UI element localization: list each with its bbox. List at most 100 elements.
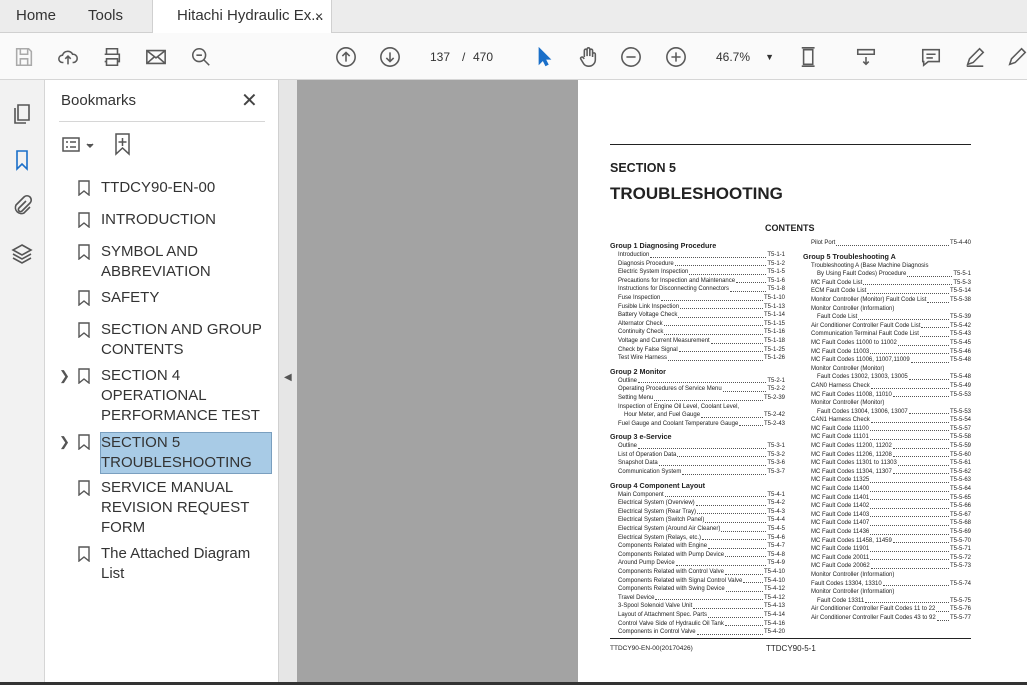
collapse-arrow-icon[interactable]: ◀ <box>284 372 292 383</box>
hand-tool-icon[interactable] <box>576 45 600 69</box>
print-icon[interactable] <box>100 45 124 69</box>
toc-entry[interactable]: Components Related with Signal Control V… <box>610 577 785 586</box>
panel-splitter[interactable]: ◀ <box>278 80 297 685</box>
toc-entry[interactable]: Electrical System (Switch Panel) T5-4-4 <box>610 516 785 525</box>
toc-entry[interactable]: Check by False Signal T5-1-25 <box>610 346 785 355</box>
toc-entry[interactable]: Communication Terminal Fault Code List T5… <box>803 330 971 339</box>
toc-entry[interactable]: Voltage and Current Measurement T5-1-18 <box>610 337 785 346</box>
toc-entry[interactable]: Monitor Controller (Monitor) <box>803 399 971 408</box>
toc-entry[interactable]: MC Fault Code 20062 T5-5-73 <box>803 562 971 571</box>
toc-entry[interactable]: Components Related with Engine T5-4-7 <box>610 542 785 551</box>
select-cursor-icon[interactable] <box>532 45 556 69</box>
toc-entry[interactable]: Outline T5-3-1 <box>610 442 785 451</box>
toc-entry[interactable]: By Using Fault Codes) Procedure T5-5-1 <box>803 270 971 279</box>
toc-entry[interactable]: Fault Code 13311 T5-5-75 <box>803 597 971 606</box>
expand-chevron-icon[interactable]: ❯ <box>59 366 70 386</box>
toc-entry[interactable]: Fusible Link Inspection T5-1-13 <box>610 303 785 312</box>
toc-entry[interactable]: MC Fault Code 11003 T5-5-46 <box>803 348 971 357</box>
toc-entry[interactable]: Monitor Controller (Monitor) Fault Code … <box>803 296 971 305</box>
toc-entry[interactable]: Fault Codes 13004, 13006, 13007 T5-5-53 <box>803 408 971 417</box>
toc-entry[interactable]: Communication System T5-3-7 <box>610 468 785 477</box>
toc-entry[interactable]: MC Fault Code 11400 T5-5-64 <box>803 485 971 494</box>
zoom-dropdown[interactable]: 46.7% ▼ <box>708 45 780 69</box>
toc-entry[interactable]: MC Fault Codes 11206, 11208 T5-5-60 <box>803 451 971 460</box>
toc-entry[interactable]: CAN1 Harness Check T5-5-54 <box>803 416 971 425</box>
toc-entry[interactable]: Monitor Controller (Monitor) <box>803 365 971 374</box>
toc-entry[interactable]: MC Fault Codes 11000 to 11002 T5-5-45 <box>803 339 971 348</box>
toc-entry[interactable]: Fuse Inspection T5-1-10 <box>610 294 785 303</box>
toc-entry[interactable]: Instructions for Disconnecting Connector… <box>610 285 785 294</box>
new-bookmark-icon[interactable] <box>113 132 135 156</box>
highlight-pen-icon[interactable] <box>963 45 987 69</box>
toc-entry[interactable]: Control Valve Side of Hydraulic Oil Tank… <box>610 620 785 629</box>
toc-entry[interactable]: Components Related with Swing Device T5-4… <box>610 585 785 594</box>
toc-entry[interactable]: MC Fault Codes 11301 to 11303 T5-5-61 <box>803 459 971 468</box>
tab-home[interactable]: Home <box>16 0 56 33</box>
toc-entry[interactable]: MC Fault Code List T5-5-3 <box>803 279 971 288</box>
toc-entry[interactable]: Alternator Check T5-1-15 <box>610 320 785 329</box>
toc-entry[interactable]: Fault Codes 13002, 13003, 13005 T5-5-48 <box>803 373 971 382</box>
toc-entry[interactable]: Air Conditioner Controller Fault Code Li… <box>803 322 971 331</box>
toc-entry[interactable]: MC Fault Codes 11006, 11007,11009 T5-5-48 <box>803 356 971 365</box>
toc-entry[interactable]: Battery Voltage Check T5-1-14 <box>610 311 785 320</box>
toc-entry[interactable]: Operating Procedures of Service Menu T5-2… <box>610 385 785 394</box>
close-tab-icon[interactable]: × <box>315 0 323 32</box>
toc-entry[interactable]: Troubleshooting A (Base Machine Diagnosi… <box>803 262 971 271</box>
toc-entry[interactable]: MC Fault Code 11403 T5-5-67 <box>803 511 971 520</box>
tab-document[interactable]: Hitachi Hydraulic Ex... × <box>152 0 332 34</box>
toc-entry[interactable]: MC Fault Codes 11304, 11307 T5-5-62 <box>803 468 971 477</box>
toc-entry[interactable]: MC Fault Codes 11458, 11459 T5-5-70 <box>803 537 971 546</box>
toc-entry[interactable]: Setting Menu T5-2-39 <box>610 394 785 403</box>
next-page-icon[interactable] <box>378 45 402 69</box>
toc-entry[interactable]: Components in Control Valve T5-4-20 <box>610 628 785 637</box>
page-number-input[interactable]: 137 <box>424 45 456 69</box>
upload-cloud-icon[interactable] <box>56 45 80 69</box>
toc-entry[interactable]: Electrical System (Overview) T5-4-2 <box>610 499 785 508</box>
toc-entry[interactable]: Fault Codes 13304, 13310 T5-5-74 <box>803 580 971 589</box>
zoom-out-icon[interactable] <box>619 45 643 69</box>
mail-icon[interactable] <box>144 45 168 69</box>
toc-entry[interactable]: List of Operation Data T5-3-2 <box>610 451 785 460</box>
toc-entry[interactable]: MC Fault Codes 11200, 11202 T5-5-59 <box>803 442 971 451</box>
fit-page-icon[interactable] <box>798 45 822 69</box>
attachment-icon[interactable] <box>10 194 34 218</box>
zoom-in-icon[interactable] <box>664 45 688 69</box>
toc-entry[interactable]: MC Fault Code 11401 T5-5-65 <box>803 494 971 503</box>
toc-entry[interactable]: Layout of Attachment Spec. Parts T5-4-14 <box>610 611 785 620</box>
toc-entry[interactable]: Travel Device T5-4-12 <box>610 594 785 603</box>
toc-entry[interactable]: Precautions for Inspection and Maintenan… <box>610 277 785 286</box>
toc-entry[interactable]: Electric System Inspection T5-1-5 <box>610 268 785 277</box>
toc-entry[interactable]: MC Fault Code 11901 T5-5-71 <box>803 545 971 554</box>
tab-tools[interactable]: Tools <box>88 0 123 33</box>
toc-entry[interactable]: MC Fault Code 11101 T5-5-58 <box>803 433 971 442</box>
toc-entry[interactable]: Components Related with Control Valve T5-… <box>610 568 785 577</box>
toc-entry[interactable]: Diagnosis Procedure T5-1-2 <box>610 260 785 269</box>
toc-entry[interactable]: Monitor Controller (Information) <box>803 305 971 314</box>
toc-entry[interactable]: CAN0 Harness Check T5-5-49 <box>803 382 971 391</box>
layers-icon[interactable] <box>10 242 34 266</box>
toc-entry[interactable]: Continuity Check T5-1-16 <box>610 328 785 337</box>
page-thumbnails-icon[interactable] <box>10 102 34 126</box>
toc-entry[interactable]: 3-Spool Solenoid Valve Unit T5-4-13 <box>610 602 785 611</box>
toc-entry[interactable]: Test Wire Harness T5-1-26 <box>610 354 785 363</box>
comment-icon[interactable] <box>919 45 943 69</box>
toc-entry[interactable]: Monitor Controller (Information) <box>803 588 971 597</box>
toc-entry[interactable]: Hour Meter, and Fuel Gauge T5-2-42 <box>610 411 785 420</box>
toc-entry[interactable]: MC Fault Code 11325 T5-5-63 <box>803 476 971 485</box>
save-icon[interactable] <box>12 45 36 69</box>
toc-entry[interactable]: MC Fault Code 11100 T5-5-57 <box>803 425 971 434</box>
toc-entry[interactable]: Main Component T5-4-1 <box>610 491 785 500</box>
toc-entry[interactable]: Components Related with Pump Device T5-4-… <box>610 551 785 560</box>
toc-entry[interactable]: Pilot Port T5-4-40 <box>803 239 971 248</box>
toc-entry[interactable]: ECM Fault Code List T5-5-14 <box>803 287 971 296</box>
scroll-mode-icon[interactable] <box>854 45 878 69</box>
toc-entry[interactable]: Around Pump Device T5-4-9 <box>610 559 785 568</box>
toc-entry[interactable]: Fuel Gauge and Coolant Temperature Gauge… <box>610 420 785 429</box>
toc-entry[interactable]: Air Conditioner Controller Fault Codes 1… <box>803 605 971 614</box>
toc-entry[interactable]: MC Fault Codes 11008, 11010 T5-5-53 <box>803 391 971 400</box>
toc-entry[interactable]: Monitor Controller (Information) <box>803 571 971 580</box>
toc-entry[interactable]: Introduction T5-1-1 <box>610 251 785 260</box>
toc-entry[interactable]: MC Fault Code 11402 T5-5-66 <box>803 502 971 511</box>
toc-entry[interactable]: MC Fault Code 11407 T5-5-68 <box>803 519 971 528</box>
toc-entry[interactable]: MC Fault Code 11436 T5-5-69 <box>803 528 971 537</box>
